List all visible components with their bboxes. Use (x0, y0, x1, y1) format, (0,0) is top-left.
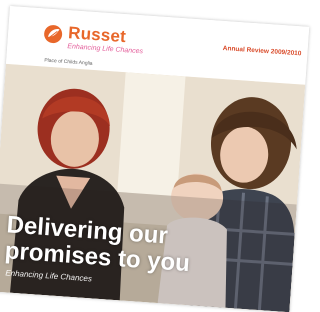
annual-review-cover: Russet Enhancing Life Chances Annual Rev… (0, 6, 310, 312)
russet-logo: Russet Enhancing Life Chances (41, 22, 153, 58)
place-line: Place of Childs Anglia (44, 57, 93, 67)
cover-photo: Delivering our promises to you Enhancing… (0, 63, 306, 312)
leaf-icon (44, 25, 63, 44)
report-title: Annual Review 2009/2010 (222, 44, 302, 58)
brand-tagline: Enhancing Life Chances (67, 43, 144, 56)
